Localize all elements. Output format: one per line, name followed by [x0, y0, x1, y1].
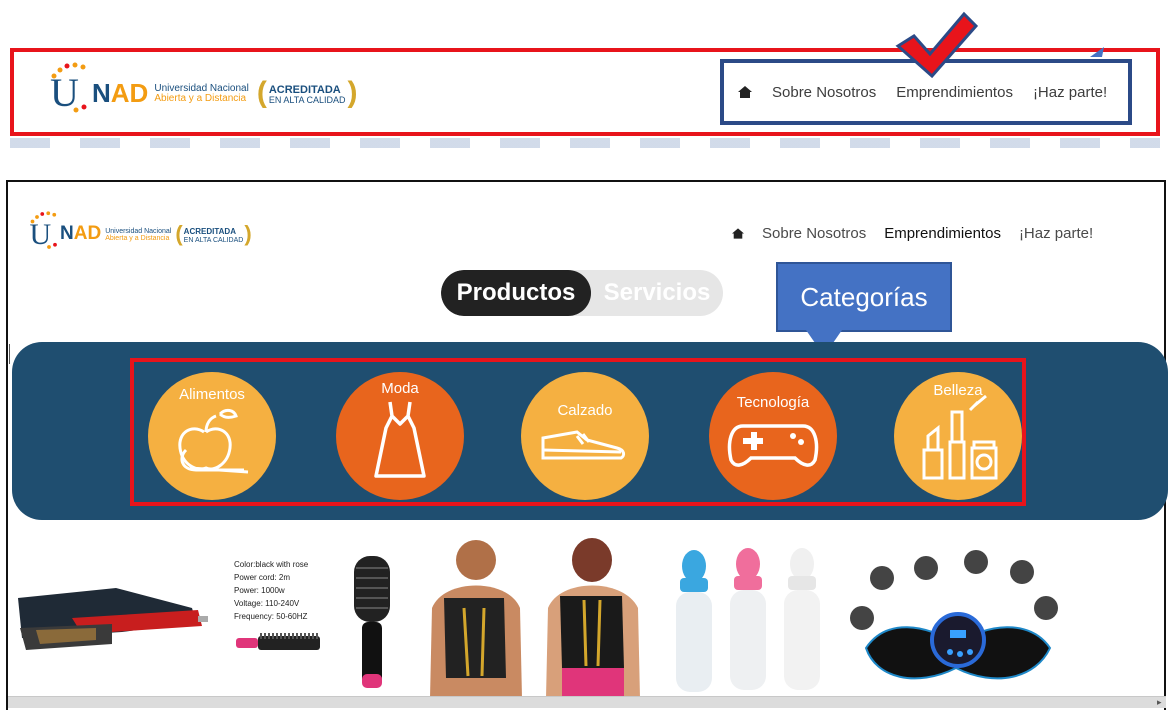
spec-voltage: Voltage: 110-240V — [234, 599, 300, 608]
categorias-callout: Categorías — [776, 262, 952, 332]
nav-emprendimientos[interactable]: Emprendimientos — [896, 84, 1013, 101]
product-brush-small[interactable] — [232, 630, 328, 656]
products-services-toggle[interactable]: Productos Servicios — [441, 270, 723, 316]
product-posture-corrector[interactable] — [424, 538, 648, 698]
site-nav-emprendimientos[interactable]: Emprendimientos — [884, 225, 1001, 242]
svg-text:U: U — [50, 70, 79, 115]
horizontal-scrollbar[interactable] — [8, 696, 1166, 708]
unad-logo[interactable]: U NAD Universidad Nacional Abierta y a D… — [48, 62, 358, 118]
spec-frequency: Frequency: 50-60HZ — [234, 612, 308, 621]
gamepad-icon — [727, 424, 819, 467]
site-nav-haz-parte[interactable]: ¡Haz parte! — [1019, 225, 1093, 242]
university-name: Universidad Nacional Abierta y a Distanc… — [154, 82, 249, 104]
marker-triangle-icon — [1090, 47, 1104, 57]
scroll-right-arrow-icon[interactable]: ▸ — [1157, 697, 1162, 708]
spec-cord: Power cord: 2m — [234, 573, 291, 582]
laurel-left-icon: ( — [256, 76, 267, 109]
cosmetics-icon — [922, 394, 998, 480]
dress-icon — [374, 401, 426, 478]
spec-power: Power: 1000w — [234, 586, 285, 595]
product-baby-spoon-bottles[interactable] — [666, 548, 836, 694]
site-nav: Sobre Nosotros Emprendimientos ¡Haz part… — [732, 225, 1093, 242]
site-laurel-left-icon: ( — [175, 221, 183, 246]
toggle-productos[interactable]: Productos — [441, 270, 591, 316]
site-unad-dots-icon: U — [30, 211, 57, 251]
spec-color: Color:black with rose — [234, 560, 309, 569]
product-hot-air-brush[interactable] — [340, 548, 406, 696]
site-unad-wordmark: NAD — [60, 223, 102, 244]
site-accreditation-badge: ACREDITADA EN ALTA CALIDAD — [183, 227, 244, 244]
fruit-icon — [178, 408, 249, 474]
partial-strip — [10, 138, 1160, 148]
product-specs: Color:black with rose Power cord: 2m Pow… — [234, 558, 308, 623]
category-calzado[interactable]: Calzado — [521, 372, 649, 500]
category-tecnologia[interactable]: Tecnología — [709, 372, 837, 500]
accreditation-badge: ACREDITADA EN ALTA CALIDAD — [268, 83, 346, 106]
home-icon[interactable] — [738, 86, 752, 98]
site-nav-sobre-nosotros[interactable]: Sobre Nosotros — [762, 225, 866, 242]
laurel-right-icon: ) — [347, 76, 358, 109]
site-laurel-right-icon: ) — [244, 221, 252, 246]
category-moda[interactable]: Moda — [336, 372, 464, 500]
site-home-icon[interactable] — [732, 228, 744, 239]
text-cursor — [9, 344, 10, 364]
toggle-servicios[interactable]: Servicios — [591, 270, 723, 316]
checkmark-icon — [895, 11, 978, 78]
site-university-name: Universidad Nacional Abierta y a Distanc… — [105, 227, 172, 242]
site-unad-logo[interactable]: U NAD Universidad Nacional Abierta y a D… — [28, 210, 252, 254]
product-hair-straightener[interactable] — [12, 578, 212, 658]
unad-dots-icon: U — [50, 62, 87, 115]
shoe-icon — [541, 430, 626, 460]
nav-sobre-nosotros[interactable]: Sobre Nosotros — [772, 84, 876, 101]
category-alimentos[interactable]: Alimentos — [148, 372, 276, 500]
nav-haz-parte[interactable]: ¡Haz parte! — [1033, 84, 1107, 101]
unad-wordmark: NAD — [92, 77, 149, 108]
category-belleza[interactable]: Belleza — [894, 372, 1022, 500]
product-ems-massager[interactable] — [846, 548, 1070, 696]
svg-text:U: U — [30, 218, 52, 251]
